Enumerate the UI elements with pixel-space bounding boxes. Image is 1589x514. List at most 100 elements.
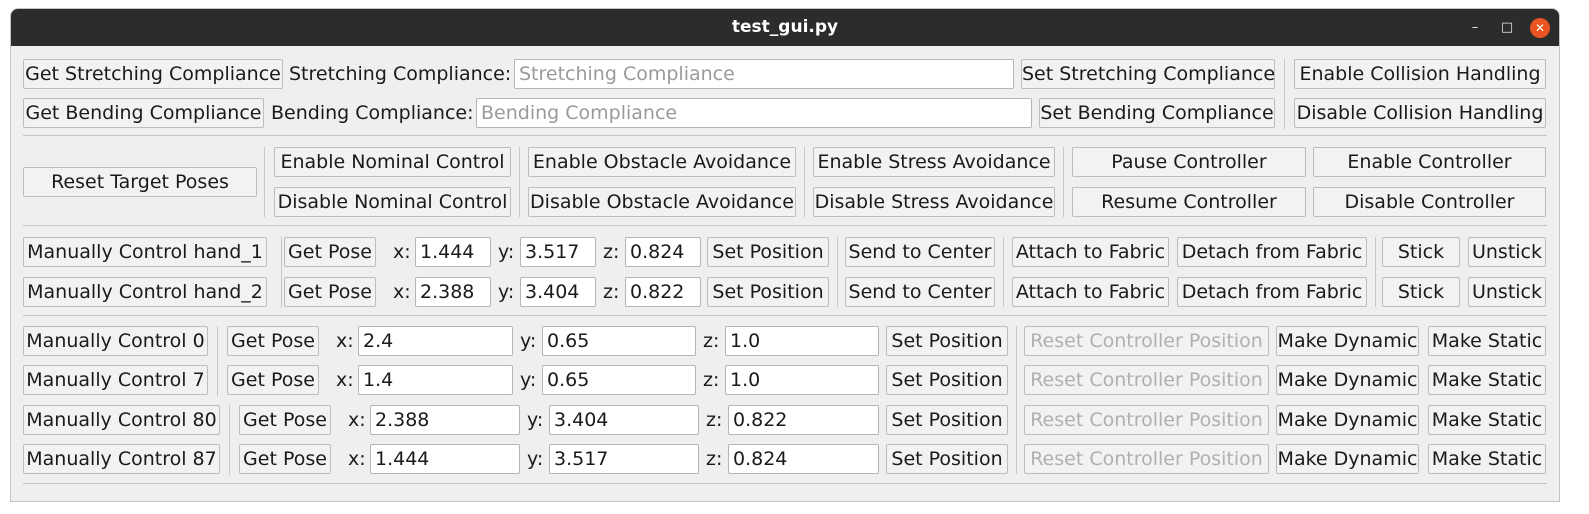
close-icon[interactable]: ✕ bbox=[1530, 18, 1550, 38]
make-static-button[interactable]: Make Static bbox=[1428, 405, 1546, 435]
get-pose-button[interactable]: Get Pose bbox=[239, 444, 331, 474]
y-input[interactable] bbox=[520, 237, 596, 267]
get-pose-button[interactable]: Get Pose bbox=[239, 405, 331, 435]
enable-obstacle-avoidance-button[interactable]: Enable Obstacle Avoidance bbox=[528, 147, 796, 177]
get-bending-compliance-button[interactable]: Get Bending Compliance bbox=[23, 98, 264, 128]
manually-control-button[interactable]: Manually Control hand_2 bbox=[23, 277, 267, 307]
resume-controller-button[interactable]: Resume Controller bbox=[1072, 187, 1306, 217]
bending-compliance-input[interactable] bbox=[476, 98, 1032, 128]
x-input[interactable] bbox=[358, 326, 513, 356]
stick-button[interactable]: Stick bbox=[1382, 237, 1460, 267]
set-position-button[interactable]: Set Position bbox=[707, 277, 829, 307]
get-pose-button[interactable]: Get Pose bbox=[284, 237, 376, 267]
section-divider bbox=[23, 483, 1547, 484]
section-divider bbox=[23, 225, 1547, 226]
x-input[interactable] bbox=[370, 405, 520, 435]
z-label: z: bbox=[703, 369, 720, 391]
x-label: x: bbox=[393, 241, 411, 263]
title-bar: test_gui.py – □ ✕ bbox=[11, 9, 1559, 46]
disable-nominal-control-button[interactable]: Disable Nominal Control bbox=[274, 187, 511, 217]
manually-control-button[interactable]: Manually Control 7 bbox=[23, 365, 208, 395]
reset-target-poses-button[interactable]: Reset Target Poses bbox=[23, 167, 257, 197]
y-input[interactable] bbox=[520, 277, 596, 307]
set-bending-compliance-button[interactable]: Set Bending Compliance bbox=[1039, 98, 1275, 128]
z-label: z: bbox=[703, 330, 720, 352]
disable-controller-button[interactable]: Disable Controller bbox=[1313, 187, 1546, 217]
attach-to-fabric-button[interactable]: Attach to Fabric bbox=[1012, 277, 1169, 307]
set-position-button[interactable]: Set Position bbox=[886, 444, 1008, 474]
y-label: y: bbox=[527, 409, 544, 431]
detach-from-fabric-button[interactable]: Detach from Fabric bbox=[1177, 277, 1367, 307]
y-input[interactable] bbox=[549, 405, 699, 435]
send-to-center-button[interactable]: Send to Center bbox=[845, 277, 995, 307]
x-input[interactable] bbox=[370, 444, 520, 474]
enable-controller-button[interactable]: Enable Controller bbox=[1313, 147, 1546, 177]
z-input[interactable] bbox=[728, 444, 879, 474]
enable-stress-avoidance-button[interactable]: Enable Stress Avoidance bbox=[813, 147, 1055, 177]
manually-control-button[interactable]: Manually Control 87 bbox=[23, 444, 220, 474]
make-static-button[interactable]: Make Static bbox=[1428, 444, 1546, 474]
x-label: x: bbox=[336, 330, 354, 352]
x-label: x: bbox=[336, 369, 354, 391]
y-label: y: bbox=[520, 369, 537, 391]
pause-controller-button[interactable]: Pause Controller bbox=[1072, 147, 1306, 177]
set-position-button[interactable]: Set Position bbox=[707, 237, 829, 267]
z-input[interactable] bbox=[728, 405, 879, 435]
set-stretching-compliance-button[interactable]: Set Stretching Compliance bbox=[1021, 59, 1275, 89]
unstick-button[interactable]: Unstick bbox=[1468, 237, 1546, 267]
stretching-compliance-input[interactable] bbox=[514, 59, 1014, 89]
disable-collision-handling-button[interactable]: Disable Collision Handling bbox=[1294, 98, 1546, 128]
maximize-icon[interactable]: □ bbox=[1497, 18, 1517, 38]
enable-collision-handling-button[interactable]: Enable Collision Handling bbox=[1294, 59, 1546, 89]
make-dynamic-button[interactable]: Make Dynamic bbox=[1276, 444, 1419, 474]
z-input[interactable] bbox=[725, 365, 879, 395]
detach-from-fabric-button[interactable]: Detach from Fabric bbox=[1177, 237, 1367, 267]
make-dynamic-button[interactable]: Make Dynamic bbox=[1276, 326, 1419, 356]
x-input[interactable] bbox=[415, 237, 491, 267]
manually-control-button[interactable]: Manually Control 80 bbox=[23, 405, 220, 435]
y-input[interactable] bbox=[549, 444, 699, 474]
disable-obstacle-avoidance-button[interactable]: Disable Obstacle Avoidance bbox=[528, 187, 796, 217]
attach-to-fabric-button[interactable]: Attach to Fabric bbox=[1012, 237, 1169, 267]
x-input[interactable] bbox=[415, 277, 491, 307]
vertical-divider bbox=[264, 147, 265, 217]
minimize-icon[interactable]: – bbox=[1465, 18, 1485, 38]
send-to-center-button[interactable]: Send to Center bbox=[845, 237, 995, 267]
enable-nominal-control-button[interactable]: Enable Nominal Control bbox=[274, 147, 511, 177]
get-pose-button[interactable]: Get Pose bbox=[227, 326, 319, 356]
vertical-divider bbox=[217, 326, 218, 396]
section-divider bbox=[23, 315, 1547, 316]
stick-button[interactable]: Stick bbox=[1382, 277, 1460, 307]
get-pose-button[interactable]: Get Pose bbox=[227, 365, 319, 395]
unstick-button[interactable]: Unstick bbox=[1468, 277, 1546, 307]
set-position-button[interactable]: Set Position bbox=[886, 365, 1008, 395]
z-input[interactable] bbox=[625, 237, 701, 267]
disable-stress-avoidance-button[interactable]: Disable Stress Avoidance bbox=[813, 187, 1055, 217]
manually-control-button[interactable]: Manually Control hand_1 bbox=[23, 237, 267, 267]
z-label: z: bbox=[706, 448, 723, 470]
y-label: y: bbox=[520, 330, 537, 352]
make-static-button[interactable]: Make Static bbox=[1428, 365, 1546, 395]
x-label: x: bbox=[348, 448, 366, 470]
manually-control-button[interactable]: Manually Control 0 bbox=[23, 326, 208, 356]
make-dynamic-button[interactable]: Make Dynamic bbox=[1276, 405, 1419, 435]
z-input[interactable] bbox=[625, 277, 701, 307]
set-position-button[interactable]: Set Position bbox=[886, 326, 1008, 356]
section-divider bbox=[23, 135, 1547, 136]
z-label: z: bbox=[603, 241, 620, 263]
set-position-button[interactable]: Set Position bbox=[886, 405, 1008, 435]
make-dynamic-button[interactable]: Make Dynamic bbox=[1276, 365, 1419, 395]
y-input[interactable] bbox=[542, 365, 696, 395]
reset-controller-position-button: Reset Controller Position bbox=[1024, 365, 1269, 395]
vertical-divider bbox=[229, 405, 230, 475]
x-input[interactable] bbox=[358, 365, 513, 395]
z-input[interactable] bbox=[725, 326, 879, 356]
reset-controller-position-button: Reset Controller Position bbox=[1024, 326, 1269, 356]
vertical-divider bbox=[804, 147, 805, 217]
y-input[interactable] bbox=[542, 326, 696, 356]
get-pose-button[interactable]: Get Pose bbox=[284, 277, 376, 307]
make-static-button[interactable]: Make Static bbox=[1428, 326, 1546, 356]
vertical-divider bbox=[1063, 147, 1064, 217]
get-stretching-compliance-button[interactable]: Get Stretching Compliance bbox=[23, 59, 283, 89]
y-label: y: bbox=[498, 281, 515, 303]
